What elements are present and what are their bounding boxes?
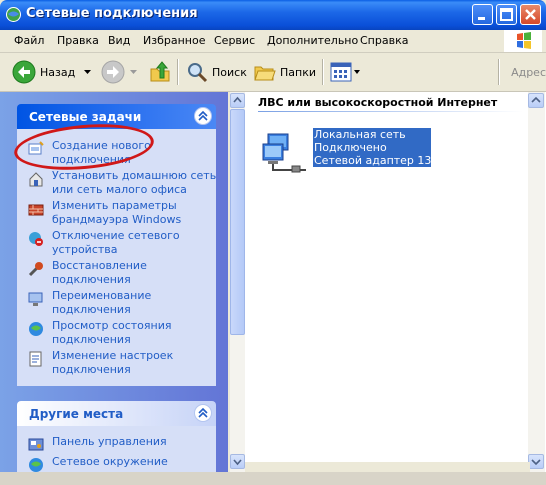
home-network-icon [29, 172, 43, 187]
connection-label: Локальная сеть Подключено Сетевой адапте… [313, 128, 446, 167]
back-label: Назад [40, 65, 76, 79]
views-button[interactable] [330, 60, 362, 84]
control-panel-icon [28, 438, 44, 451]
horizontal-scrollbar[interactable] [245, 462, 530, 472]
title-bar[interactable]: Сетевые подключения [0, 0, 546, 30]
menu-tools[interactable]: Сервис [214, 34, 255, 47]
menu-advanced[interactable]: Дополнительно [267, 34, 358, 47]
menu-bar: Файл Правка Вид Избранное Сервис Дополни… [0, 30, 546, 53]
maximize-button[interactable] [496, 4, 517, 25]
settings-icon [29, 351, 42, 367]
menu-favorites[interactable]: Избранное [143, 34, 205, 47]
arrow-down-icon [531, 459, 541, 466]
place-network-places[interactable]: Сетевое окружение [25, 455, 215, 485]
windows-logo [504, 30, 542, 52]
search-icon [188, 63, 208, 83]
arrow-down-icon [233, 459, 242, 466]
menu-file[interactable]: Файл [14, 34, 44, 47]
minimize-icon [478, 17, 485, 20]
toolbar-separator [322, 59, 324, 85]
search-button[interactable]: Поиск [186, 60, 247, 84]
task-pane-scrollbar[interactable] [230, 92, 245, 472]
close-icon [525, 9, 536, 20]
task-label[interactable]: Восстановление подключения [52, 259, 217, 287]
connection-status: Подключено [314, 141, 387, 154]
scroll-thumb[interactable] [230, 109, 245, 335]
collapse-button[interactable] [194, 107, 212, 125]
task-label[interactable]: Установить домашнюю сеть или сеть малого… [52, 169, 217, 197]
scroll-up-button[interactable] [528, 93, 544, 108]
folders-icon [254, 66, 276, 81]
repair-icon [28, 262, 43, 277]
other-places-header[interactable]: Другие места [17, 401, 216, 426]
rename-icon [28, 292, 43, 306]
firewall-icon [28, 204, 44, 216]
arrow-up-icon [531, 96, 541, 103]
group-divider [258, 111, 523, 112]
minimize-button[interactable] [472, 4, 493, 25]
chevron-down-icon[interactable] [81, 67, 95, 77]
scroll-down-button[interactable] [230, 454, 245, 469]
arrow-up-icon [233, 96, 242, 103]
other-places-panel: Панель управления Сетевое окружение [17, 426, 216, 472]
network-tasks-title: Сетевые задачи [29, 110, 142, 124]
close-button[interactable] [520, 4, 541, 25]
toolbar-separator [498, 59, 500, 85]
scroll-down-button[interactable] [528, 454, 544, 469]
task-label[interactable]: Изменение настроек подключения [52, 349, 217, 377]
connection-adapter: Сетевой адаптер 1394 [314, 154, 446, 167]
toolbar: Назад Поиск Папки Адрес [0, 53, 546, 92]
toolbar-separator [177, 59, 179, 85]
task-home-network[interactable]: Установить домашнюю сеть или сеть малого… [25, 169, 217, 199]
task-disable-device[interactable]: Отключение сетевого устройства [25, 229, 215, 259]
window-title: Сетевые подключения [26, 6, 198, 21]
status-icon [29, 322, 43, 336]
windows-flag-icon [517, 32, 531, 49]
forward-arrow-icon [101, 60, 125, 84]
place-label[interactable]: Сетевое окружение [52, 455, 217, 469]
chevron-down-icon[interactable] [127, 67, 141, 77]
up-folder-button[interactable] [148, 60, 172, 84]
back-button[interactable]: Назад [12, 60, 95, 84]
menu-edit[interactable]: Правка [57, 34, 99, 47]
menu-view[interactable]: Вид [108, 34, 130, 47]
local-network-icon [262, 133, 306, 173]
collapse-button[interactable] [194, 404, 212, 422]
maximize-icon [500, 8, 513, 21]
task-label[interactable]: Отключение сетевого устройства [52, 229, 217, 257]
address-label: Адрес [511, 66, 546, 79]
views-icon [330, 62, 352, 82]
chevron-down-icon [354, 70, 360, 74]
task-label[interactable]: Изменить параметры брандмауэра Windows [52, 199, 217, 227]
task-change-settings[interactable]: Изменение настроек подключения [25, 349, 215, 379]
search-label: Поиск [212, 65, 247, 79]
window: Сетевые подключения Файл Правка Вид Избр… [0, 0, 546, 472]
group-header: ЛВС или высокоскоростной Интернет [258, 96, 498, 109]
network-connections-icon [6, 7, 21, 22]
other-places-title: Другие места [29, 407, 124, 421]
up-folder-icon [150, 61, 170, 82]
task-view-status[interactable]: Просмотр состояния подключения [25, 319, 215, 349]
task-firewall[interactable]: Изменить параметры брандмауэра Windows [25, 199, 215, 229]
network-places-icon [29, 458, 43, 472]
double-chevron-up-icon [198, 110, 208, 121]
menu-help[interactable]: Справка [360, 34, 408, 47]
task-repair[interactable]: Восстановление подключения [25, 259, 215, 289]
task-label[interactable]: Просмотр состояния подключения [52, 319, 217, 347]
back-arrow-icon [12, 60, 36, 84]
forward-button[interactable] [101, 60, 141, 84]
task-rename[interactable]: Переименование подключения [25, 289, 215, 319]
double-chevron-up-icon [198, 407, 208, 418]
connection-name: Локальная сеть [314, 128, 406, 141]
folders-label: Папки [280, 65, 316, 79]
folders-button[interactable]: Папки [253, 60, 316, 84]
scroll-up-button[interactable] [230, 93, 245, 108]
place-label[interactable]: Панель управления [52, 435, 217, 449]
task-label[interactable]: Переименование подключения [52, 289, 217, 317]
content-scrollbar[interactable] [528, 92, 545, 472]
disable-device-icon [29, 232, 43, 246]
connection-item[interactable]: Локальная сеть Подключено Сетевой адапте… [262, 128, 446, 174]
